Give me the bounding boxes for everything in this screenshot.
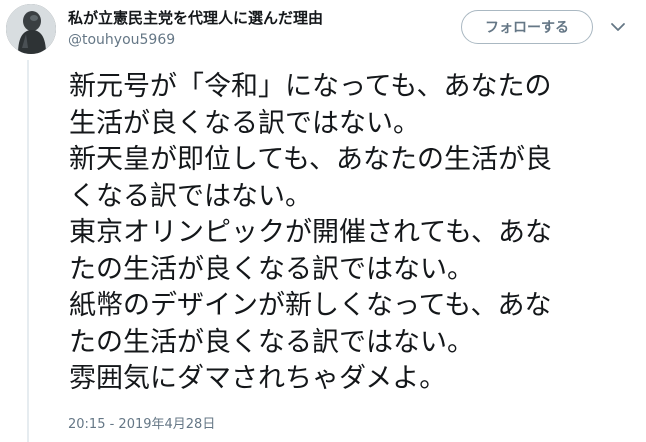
tweet-text: 新元号が「令和」になっても、あなたの 生活が良くなる訳ではない。 新天皇が即位し… bbox=[69, 69, 634, 398]
thread-divider bbox=[27, 60, 29, 442]
tweet-timestamp[interactable]: 20:15 - 2019年4月28日 bbox=[68, 413, 215, 432]
tweet-text-line: 生活が良くなる訳ではない。 bbox=[69, 107, 420, 139]
chevron-down-icon[interactable] bbox=[609, 18, 627, 36]
tweet-text-line: たの生活が良くなる訳ではない。 bbox=[69, 326, 474, 358]
follow-button[interactable]: フォローする bbox=[461, 10, 593, 44]
tweet-text-line: たの生活が良くなる訳ではない。 bbox=[69, 253, 474, 285]
tweet-card: 私が立憲民主党を代理人に選んだ理由 @touhyou5969 フォローする 新元… bbox=[0, 0, 646, 442]
tweet-text-line: 紙幣のデザインが新しくなっても、あな bbox=[69, 290, 552, 321]
tweet-text-line: 雰囲気にダマされちゃダメよ。 bbox=[69, 363, 447, 394]
tweet-text-line: くなる訳ではない。 bbox=[69, 180, 312, 212]
screen-name[interactable]: @touhyou5969 bbox=[68, 32, 175, 48]
tweet-text-line: 東京オリンピックが開催されても、あな bbox=[69, 217, 553, 248]
avatar[interactable] bbox=[6, 4, 56, 54]
tweet-text-line: 新天皇が即位しても、あなたの生活が良 bbox=[69, 144, 553, 175]
tweet-text-line: 新元号が「令和」になっても、あなたの bbox=[69, 71, 552, 102]
statue-avatar-icon bbox=[6, 4, 56, 54]
display-name[interactable]: 私が立憲民主党を代理人に選んだ理由 bbox=[68, 7, 323, 28]
